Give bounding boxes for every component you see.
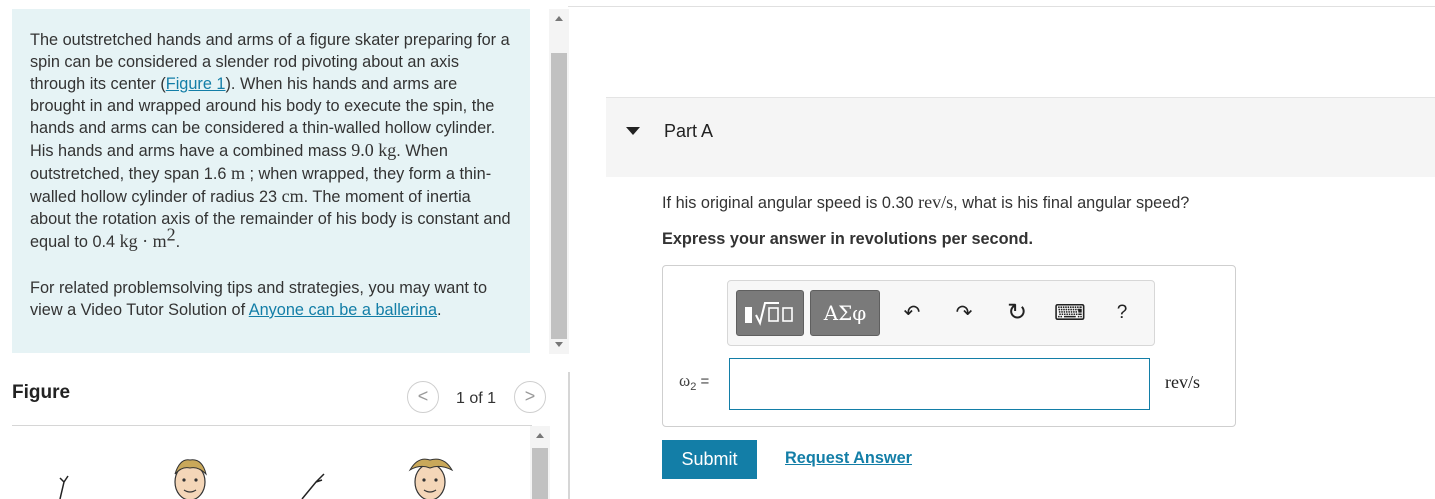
collapse-triangle-icon[interactable] bbox=[626, 127, 640, 135]
video-tutor-link[interactable]: Anyone can be a ballerina bbox=[249, 301, 437, 319]
part-title: Part A bbox=[664, 121, 714, 141]
equals-sign: = bbox=[700, 373, 710, 390]
reset-icon[interactable]: ↻ bbox=[1004, 301, 1030, 325]
omega-symbol: ω bbox=[679, 371, 691, 390]
problem-text: The outstretched hands and arms of a fig… bbox=[30, 29, 512, 253]
answer-variable-label: ω2 = bbox=[679, 371, 709, 393]
problem-statement: The outstretched hands and arms of a fig… bbox=[12, 9, 530, 353]
submit-button[interactable]: Submit bbox=[662, 440, 757, 479]
scroll-up-arrow-icon[interactable] bbox=[536, 433, 544, 438]
request-answer-link[interactable]: Request Answer bbox=[785, 449, 912, 468]
scrollbar-thumb[interactable] bbox=[551, 53, 567, 339]
figure-counter: 1 of 1 bbox=[456, 390, 497, 407]
radius-value: 23 bbox=[258, 188, 278, 206]
part-a-header[interactable]: Part A bbox=[606, 97, 1435, 177]
redo-icon[interactable]: ↷ bbox=[952, 301, 976, 325]
span-unit: m bbox=[230, 163, 245, 183]
math-toolbar: ΑΣφ ↶ ↷ ↻ ⌨ ? bbox=[727, 280, 1155, 346]
figure-next-button[interactable]: > bbox=[514, 381, 546, 413]
figure-heading: Figure bbox=[12, 382, 71, 403]
question-text-part: If his original angular speed is 0.30 bbox=[662, 194, 919, 212]
figure-link[interactable]: Figure 1 bbox=[166, 75, 226, 93]
inertia-exponent: 2 bbox=[166, 224, 176, 245]
skater-head-2 bbox=[408, 458, 454, 499]
skater-head-1 bbox=[174, 459, 207, 499]
question-text-part: , what is his final angular speed? bbox=[953, 194, 1190, 212]
figure-divider bbox=[12, 425, 532, 426]
mass-unit: kg bbox=[378, 140, 397, 160]
templates-icon bbox=[745, 302, 793, 326]
help-icon[interactable]: ? bbox=[1112, 301, 1132, 325]
radius-unit: cm bbox=[281, 186, 304, 206]
figure-scrollbar[interactable] bbox=[530, 426, 550, 499]
inertia-value: 0.4 bbox=[92, 233, 116, 251]
keyboard-icon[interactable]: ⌨ bbox=[1054, 301, 1086, 325]
templates-button[interactable] bbox=[736, 290, 804, 336]
question-unit: rev/s bbox=[918, 192, 954, 212]
tips-text: For related problemsolving tips and stra… bbox=[30, 277, 512, 321]
scroll-down-arrow-icon[interactable] bbox=[555, 342, 563, 347]
skater-illustration bbox=[59, 458, 454, 499]
omega-subscript: 2 bbox=[690, 381, 697, 393]
undo-icon[interactable]: ↶ bbox=[900, 301, 924, 325]
pane-divider[interactable] bbox=[568, 372, 570, 499]
answer-unit: rev/s bbox=[1165, 372, 1200, 392]
mass-value: 9.0 bbox=[351, 140, 374, 160]
question-text: If his original angular speed is 0.30 re… bbox=[662, 192, 1189, 213]
answer-area: ΑΣφ ↶ ↷ ↻ ⌨ ? ω2 = rev/s bbox=[662, 265, 1236, 427]
scrollbar-thumb[interactable] bbox=[532, 448, 548, 499]
problem-text-part: . bbox=[175, 233, 181, 251]
inertia-unit: kg · m bbox=[119, 231, 167, 251]
answer-input[interactable] bbox=[729, 358, 1150, 410]
figure-prev-button[interactable]: < bbox=[407, 381, 439, 413]
tips-text-part: . bbox=[437, 301, 442, 319]
figure-skater-image bbox=[40, 452, 510, 499]
span-value: 1.6 bbox=[203, 165, 227, 183]
problem-scrollbar[interactable] bbox=[549, 9, 569, 354]
symbols-button[interactable]: ΑΣφ bbox=[810, 290, 880, 336]
answer-instruction: Express your answer in revolutions per s… bbox=[662, 230, 1033, 248]
top-divider bbox=[568, 6, 1435, 7]
scroll-up-arrow-icon[interactable] bbox=[555, 16, 563, 21]
